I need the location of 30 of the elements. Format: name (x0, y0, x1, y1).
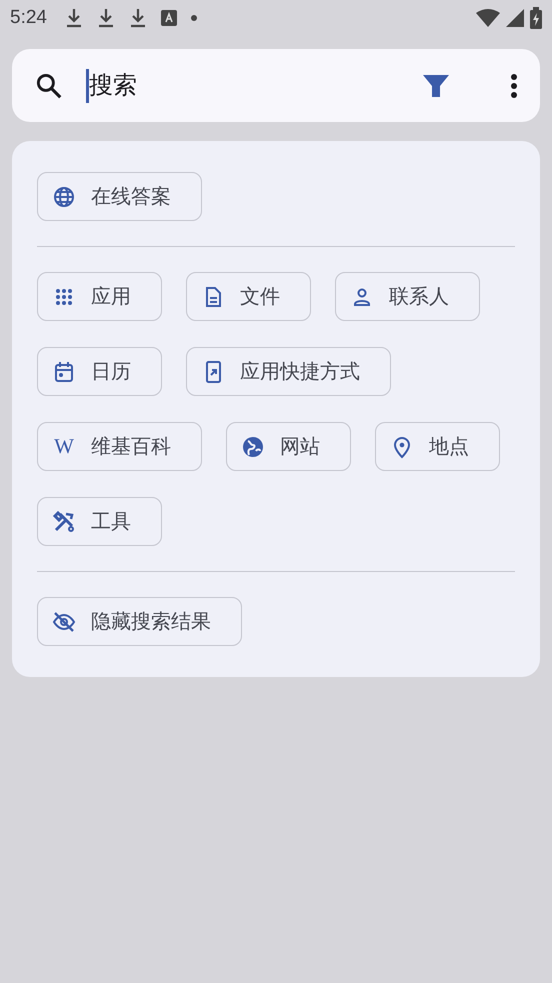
battery-icon (530, 7, 542, 29)
globe-icon (241, 434, 265, 458)
filter-chip[interactable]: 在线答案 (37, 172, 202, 221)
filter-chip[interactable]: 网站 (226, 422, 351, 471)
filter-chip[interactable]: 应用快捷方式 (186, 347, 391, 396)
filter-chip[interactable]: W 维基百科 (37, 422, 202, 471)
tools-icon (52, 510, 76, 534)
globe-icon (52, 184, 76, 208)
filter-chip[interactable]: 地点 (375, 422, 500, 471)
filter-chip[interactable]: 应用 (37, 272, 162, 321)
filter-icon[interactable] (422, 72, 450, 98)
filter-chip[interactable]: 日历 (37, 347, 162, 396)
eye-slash-icon (52, 610, 76, 634)
dot-icon (190, 15, 197, 21)
signal-icon (506, 9, 524, 27)
calendar-icon (52, 360, 76, 384)
status-time: 5:24 (10, 6, 47, 30)
wifi-icon (476, 9, 500, 27)
filter-chip[interactable]: 文件 (186, 272, 311, 321)
more-icon[interactable] (510, 72, 518, 98)
search-bar[interactable]: 搜索 (12, 49, 540, 122)
search-input[interactable]: 搜索 (89, 68, 414, 104)
download-icon (64, 8, 83, 28)
keyboard-icon (160, 10, 177, 26)
download-icon (96, 8, 115, 28)
filter-chip[interactable]: 工具 (37, 497, 162, 546)
filter-chip[interactable]: 隐藏搜索结果 (37, 597, 242, 646)
wikipedia-icon: W (52, 430, 76, 462)
download-icon (128, 8, 147, 28)
filter-chip[interactable]: 联系人 (335, 272, 480, 321)
